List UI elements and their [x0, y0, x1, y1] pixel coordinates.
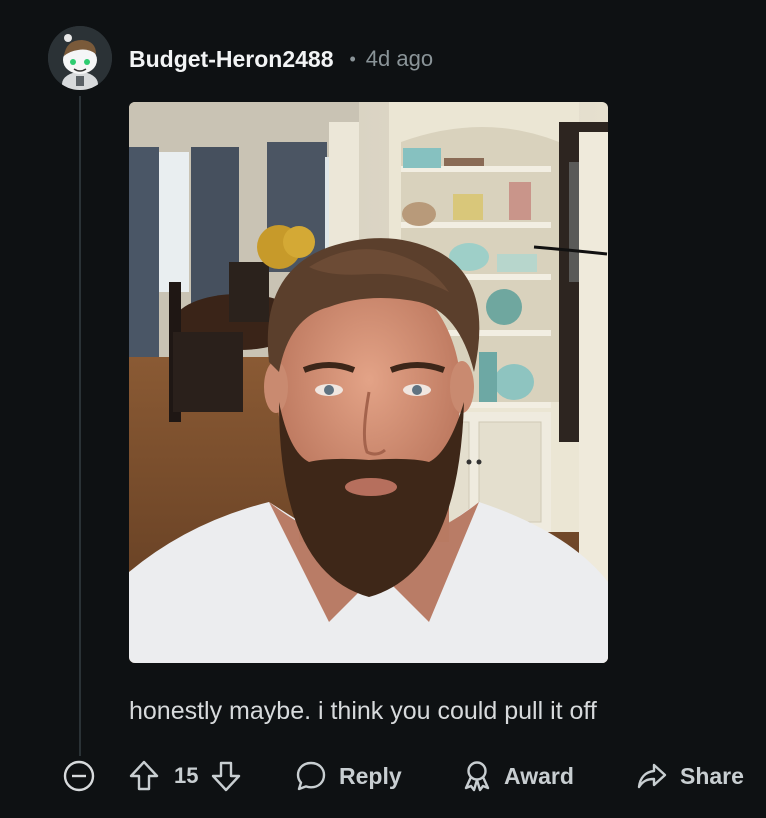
award-ribbon-icon: [464, 761, 490, 792]
comment-timestamp[interactable]: 4d ago: [366, 46, 433, 72]
selfie-photo: [129, 102, 608, 663]
share-arrow-icon: [637, 763, 667, 789]
arrow-up-icon: [129, 760, 159, 791]
vote-score: 15: [174, 763, 199, 788]
downvote-button[interactable]: [210, 759, 242, 793]
meta-separator: •: [349, 48, 356, 69]
collapse-minus-icon: [63, 760, 95, 792]
avatar[interactable]: [48, 26, 112, 90]
snoo-avatar-icon: [48, 26, 112, 90]
username-link[interactable]: Budget-Heron2488: [129, 46, 333, 73]
comment-page: Budget-Heron2488 • 4d ago honestly maybe…: [0, 0, 766, 818]
thread-line[interactable]: [79, 96, 81, 756]
speech-bubble-icon: [296, 761, 326, 791]
share-button[interactable]: Share: [636, 756, 744, 796]
comment-header: Budget-Heron2488 • 4d ago: [129, 44, 433, 74]
arrow-down-icon: [212, 761, 241, 792]
vote-controls: 15: [128, 756, 242, 796]
collapse-button[interactable]: [62, 756, 96, 796]
comment-actions: 15 Reply Award Share: [62, 756, 762, 796]
award-button[interactable]: Award: [462, 756, 574, 796]
reply-label: Reply: [339, 762, 402, 789]
comment-image[interactable]: [129, 102, 608, 663]
share-label: Share: [680, 762, 744, 789]
reply-button[interactable]: Reply: [295, 756, 402, 796]
award-label: Award: [504, 762, 574, 789]
comment-body: honestly maybe. i think you could pull i…: [129, 697, 597, 725]
upvote-button[interactable]: [128, 759, 160, 793]
